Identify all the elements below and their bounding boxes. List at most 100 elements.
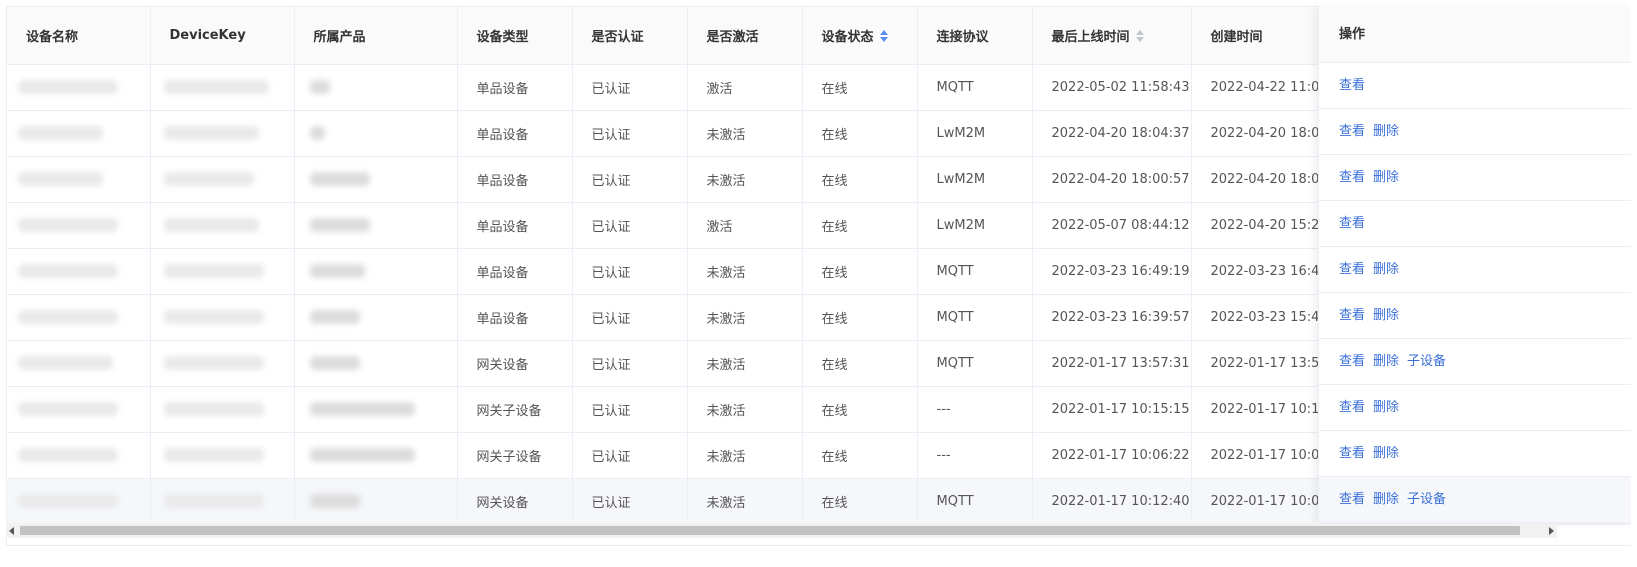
col-header-actions: 操作 xyxy=(1319,6,1631,63)
cell-created: 2022-01-17 10:06:09 xyxy=(1191,432,1322,479)
cell-created: 2022-01-17 10:05:41 xyxy=(1191,478,1322,525)
cell-name xyxy=(7,340,151,387)
cell-last-online: 2022-03-23 16:49:19 xyxy=(1032,248,1192,295)
view-link[interactable]: 查看 xyxy=(1339,446,1365,461)
delete-link[interactable]: 删除 xyxy=(1373,262,1399,277)
cell-device-key xyxy=(150,432,295,479)
cell-protocol: MQTT xyxy=(917,64,1033,111)
cell-activated: 未激活 xyxy=(687,156,803,203)
delete-link[interactable]: 删除 xyxy=(1373,308,1399,323)
fixed-actions-column: 操作 查看 查看 删除 查看 删除 查看 查看 删除 查看 删除 查看 删除 子设备 查看 删除 查看 删除 查看… xyxy=(1318,6,1631,523)
delete-link[interactable]: 删除 xyxy=(1373,354,1399,369)
view-link[interactable]: 查看 xyxy=(1339,170,1365,185)
cell-activated: 未激活 xyxy=(687,110,803,157)
cell-type: 单品设备 xyxy=(457,156,573,203)
view-link[interactable]: 查看 xyxy=(1339,354,1365,369)
redacted-device-name xyxy=(18,310,118,324)
cell-product xyxy=(294,156,458,203)
cell-product xyxy=(294,432,458,479)
view-link[interactable]: 查看 xyxy=(1339,78,1365,93)
col-header-name: 设备名称 xyxy=(7,7,151,65)
delete-link[interactable]: 删除 xyxy=(1373,400,1399,415)
cell-product xyxy=(294,248,458,295)
cell-last-online: 2022-05-07 08:44:12 xyxy=(1032,202,1192,249)
redacted-device-key xyxy=(163,172,254,186)
scroll-right-arrow-icon[interactable] xyxy=(1549,527,1554,535)
cell-name xyxy=(7,156,151,203)
view-link[interactable]: 查看 xyxy=(1339,124,1365,139)
cell-certified: 已认证 xyxy=(572,202,688,249)
view-link[interactable]: 查看 xyxy=(1339,308,1365,323)
redacted-device-name xyxy=(18,80,118,94)
scroll-left-arrow-icon[interactable] xyxy=(9,527,14,535)
cell-certified: 已认证 xyxy=(572,386,688,433)
cell-certified: 已认证 xyxy=(572,64,688,111)
delete-link[interactable]: 删除 xyxy=(1373,492,1399,507)
cell-device-key xyxy=(150,202,295,249)
cell-device-key xyxy=(150,64,295,111)
delete-link[interactable]: 删除 xyxy=(1373,124,1399,139)
col-header-certified: 是否认证 xyxy=(572,7,688,65)
actions-row: 查看 删除 xyxy=(1319,109,1631,155)
redacted-device-name xyxy=(18,356,113,370)
cell-type: 单品设备 xyxy=(457,64,573,111)
scrollbar-thumb[interactable] xyxy=(20,526,1520,535)
redacted-product xyxy=(309,310,360,324)
redacted-product xyxy=(309,264,365,278)
cell-certified: 已认证 xyxy=(572,340,688,387)
cell-product xyxy=(294,202,458,249)
cell-protocol: MQTT xyxy=(917,340,1033,387)
actions-row: 查看 xyxy=(1319,201,1631,247)
view-link[interactable]: 查看 xyxy=(1339,216,1365,231)
actions-row: 查看 删除 xyxy=(1319,431,1631,477)
cell-status: 在线 xyxy=(802,202,918,249)
cell-created: 2022-04-20 18:00:57 xyxy=(1191,156,1322,203)
cell-created: 2022-04-22 11:09:08 xyxy=(1191,64,1322,111)
cell-last-online: 2022-01-17 10:15:15 xyxy=(1032,386,1192,433)
redacted-device-key xyxy=(163,494,264,508)
sub-devices-link[interactable]: 子设备 xyxy=(1407,492,1446,507)
cell-status: 在线 xyxy=(802,386,918,433)
redacted-device-name xyxy=(18,264,118,278)
cell-type: 单品设备 xyxy=(457,110,573,157)
view-link[interactable]: 查看 xyxy=(1339,492,1365,507)
redacted-product xyxy=(309,218,370,232)
sort-icon[interactable] xyxy=(1135,29,1144,42)
cell-certified: 已认证 xyxy=(572,248,688,295)
sub-devices-link[interactable]: 子设备 xyxy=(1407,354,1446,369)
redacted-device-name xyxy=(18,126,103,140)
cell-status: 在线 xyxy=(802,478,918,525)
cell-last-online: 2022-01-17 10:06:22 xyxy=(1032,432,1192,479)
cell-type: 单品设备 xyxy=(457,202,573,249)
delete-link[interactable]: 删除 xyxy=(1373,170,1399,185)
cell-status: 在线 xyxy=(802,340,918,387)
cell-certified: 已认证 xyxy=(572,478,688,525)
redacted-device-name xyxy=(18,172,103,186)
cell-device-key xyxy=(150,478,295,525)
col-header-status[interactable]: 设备状态 xyxy=(802,7,918,65)
redacted-device-name xyxy=(18,218,118,232)
redacted-product xyxy=(309,448,415,462)
cell-activated: 未激活 xyxy=(687,432,803,479)
cell-product xyxy=(294,478,458,525)
cell-product xyxy=(294,64,458,111)
sort-icon[interactable] xyxy=(879,29,888,42)
cell-last-online: 2022-04-20 18:04:37 xyxy=(1032,110,1192,157)
cell-device-key xyxy=(150,294,295,341)
view-link[interactable]: 查看 xyxy=(1339,262,1365,277)
actions-row: 查看 删除 子设备 xyxy=(1319,339,1631,385)
cell-last-online: 2022-04-20 18:00:57 xyxy=(1032,156,1192,203)
cell-protocol: LwM2M xyxy=(917,110,1033,157)
cell-certified: 已认证 xyxy=(572,432,688,479)
cell-type: 网关设备 xyxy=(457,340,573,387)
view-link[interactable]: 查看 xyxy=(1339,400,1365,415)
col-header-last-online[interactable]: 最后上线时间 xyxy=(1032,7,1192,65)
cell-protocol: --- xyxy=(917,432,1033,479)
cell-status: 在线 xyxy=(802,156,918,203)
horizontal-scrollbar[interactable] xyxy=(6,523,1557,538)
cell-name xyxy=(7,478,151,525)
redacted-product xyxy=(309,494,360,508)
cell-protocol: MQTT xyxy=(917,294,1033,341)
delete-link[interactable]: 删除 xyxy=(1373,446,1399,461)
cell-product xyxy=(294,294,458,341)
